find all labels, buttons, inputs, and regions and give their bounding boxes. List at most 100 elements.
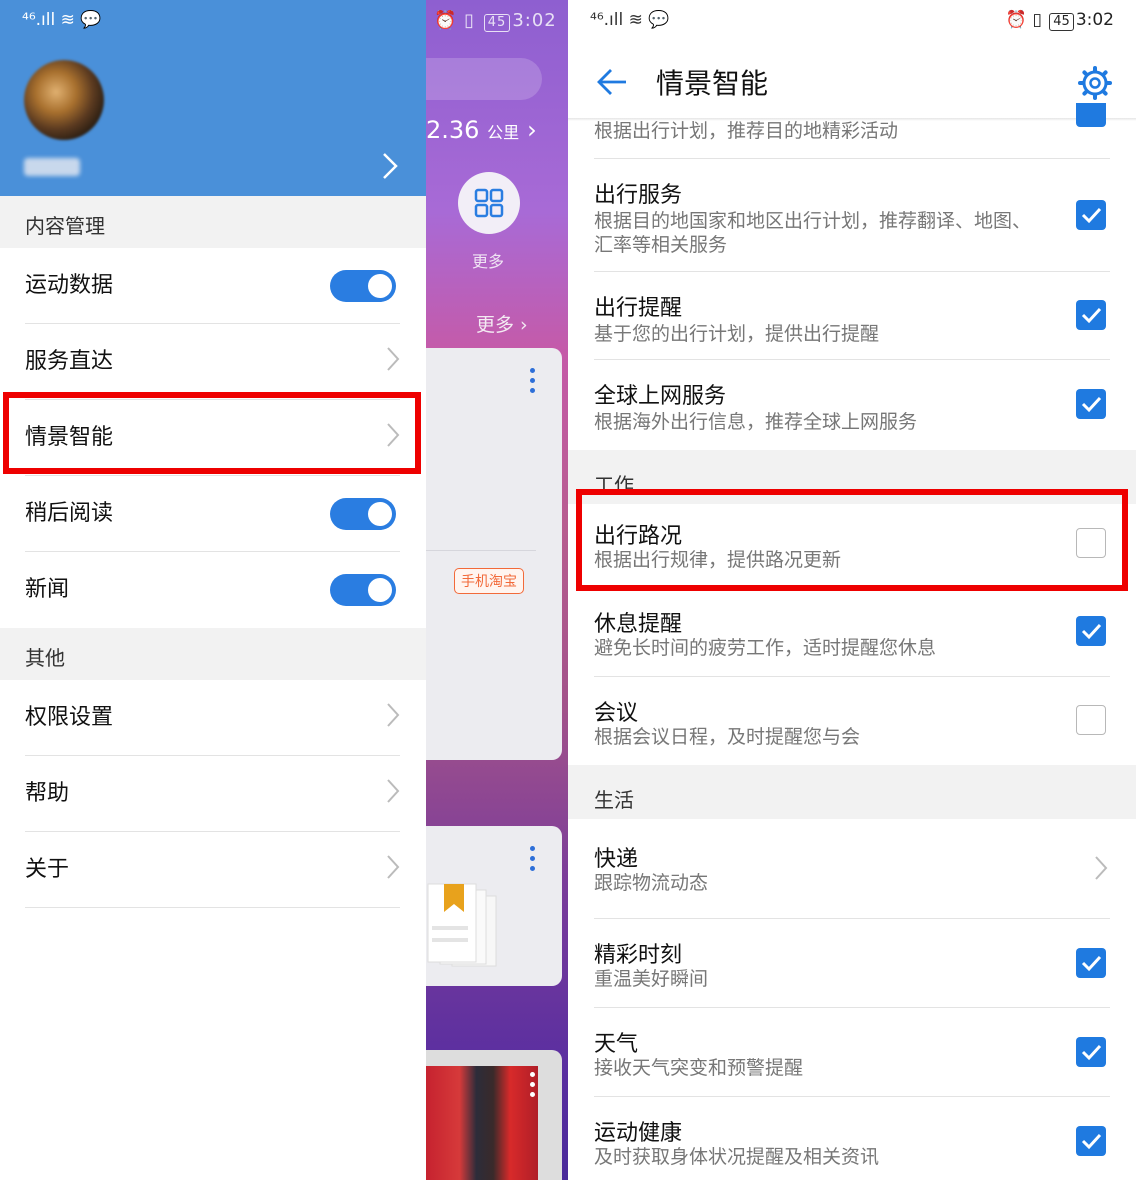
checkbox-checked[interactable]	[1076, 103, 1106, 127]
list-item-desc: 重温美好瞬间	[594, 968, 709, 990]
bg-search-bar	[426, 58, 542, 100]
kebab-icon	[530, 1072, 536, 1097]
list-item-title: 休息提醒	[594, 612, 683, 637]
bg-card-divider	[426, 550, 536, 551]
list-item-desc: 根据出行计划，推荐目的地精彩活动	[594, 120, 899, 142]
checkbox-checked[interactable]	[1076, 948, 1106, 978]
chevron-right-icon	[1095, 856, 1108, 880]
status-bar: ⁴⁶.ıll ≋ 💬	[22, 10, 102, 30]
list-item-global-internet[interactable]: 全球上网服务 根据海外出行信息，推荐全球上网服务	[568, 360, 1136, 450]
drawer-item-service-direct[interactable]: 服务直达	[0, 324, 426, 400]
section-header-life: 生活	[568, 765, 1136, 819]
drawer-item-permissions[interactable]: 权限设置	[0, 680, 426, 756]
list-item-desc: 根据目的地国家和地区出行计划，推荐翻译、地图、汇率等相关服务	[594, 210, 1032, 256]
list-item-desc: 跟踪物流动态	[594, 872, 709, 894]
check-icon	[1081, 207, 1102, 224]
checkbox-unchecked[interactable]	[1076, 528, 1106, 558]
list-item-sport-health[interactable]: 运动健康 及时获取身体状况提醒及相关资讯	[568, 1097, 1136, 1180]
drawer-item-label: 权限设置	[25, 705, 114, 730]
checkbox-checked[interactable]	[1076, 200, 1106, 230]
bg-card: 手机淘宝	[426, 348, 562, 760]
drawer-item-label: 新闻	[25, 577, 70, 602]
news-photo	[426, 1066, 538, 1180]
kebab-icon	[530, 846, 536, 871]
list-item-title: 全球上网服务	[594, 384, 727, 409]
chevron-right-icon	[387, 423, 400, 447]
check-icon	[1081, 623, 1102, 640]
checkbox-checked[interactable]	[1076, 389, 1106, 419]
list-item-title: 出行服务	[594, 183, 683, 208]
avatar[interactable]	[24, 60, 104, 140]
chevron-right-icon	[387, 703, 400, 727]
bg-status-bar: ⏰ ▯ 45 3:02	[434, 10, 557, 32]
list-item-desc: 根据海外出行信息，推荐全球上网服务	[594, 411, 918, 433]
list-item-travel-reminder[interactable]: 出行提醒 基于您的出行计划，提供出行提醒	[568, 272, 1136, 360]
drawer-item-news[interactable]: 新闻	[0, 552, 426, 628]
list-item-travel-service[interactable]: 出行服务 根据目的地国家和地区出行计划，推荐翻译、地图、汇率等相关服务	[568, 159, 1136, 272]
chevron-right-icon[interactable]	[382, 152, 398, 180]
list-item-title: 会议	[594, 701, 639, 726]
list-item-desc: 基于您的出行计划，提供出行提醒	[594, 323, 880, 345]
list-item-highlights[interactable]: 精彩时刻 重温美好瞬间	[568, 919, 1136, 1008]
toggle-switch[interactable]	[330, 270, 396, 302]
drawer-item-about[interactable]: 关于	[0, 832, 426, 908]
bg-more-grid-icon	[458, 172, 520, 234]
list-item-title: 运动健康	[594, 1121, 683, 1146]
list-item-traffic[interactable]: 出行路况 根据出行规律，提供路况更新	[568, 504, 1136, 588]
drawer-item-label: 情景智能	[25, 425, 114, 450]
kebab-icon	[530, 368, 536, 393]
section-header-content: 内容管理	[0, 196, 426, 248]
status-bar: ⁴⁶.ıll ≋ 💬	[590, 10, 670, 30]
drawer-item-label: 帮助	[25, 781, 70, 806]
list-item-title: 天气	[594, 1032, 639, 1057]
checkbox-checked[interactable]	[1076, 1126, 1106, 1156]
drawer-item-label: 服务直达	[25, 349, 114, 374]
list-item-title: 精彩时刻	[594, 943, 683, 968]
check-icon	[1081, 955, 1102, 972]
check-icon	[1081, 1133, 1102, 1150]
drawer-item-sport-data[interactable]: 运动数据	[0, 248, 426, 324]
bg-more-label: 更多	[472, 252, 505, 271]
background-app: ⏰ ▯ 45 3:02 2.36 公里 › 更多 更多 › 手机淘宝	[426, 0, 568, 1180]
check-icon	[1081, 1044, 1102, 1061]
bg-app-tag: 手机淘宝	[454, 568, 524, 594]
left-screenshot: ⏰ ▯ 45 3:02 2.36 公里 › 更多 更多 › 手机淘宝 ⁴⁶.ıl…	[0, 0, 568, 1180]
drawer-item-scene-intelligence[interactable]: 情景智能	[0, 400, 426, 476]
list-item-express[interactable]: 快递 跟踪物流动态	[568, 819, 1136, 919]
drawer-item-read-later[interactable]: 稍后阅读	[0, 476, 426, 552]
back-arrow-icon[interactable]	[596, 66, 628, 98]
drawer-item-label: 运动数据	[25, 273, 114, 298]
checkbox-checked[interactable]	[1076, 300, 1106, 330]
bg-more-link: 更多 ›	[476, 314, 528, 336]
list-item-title: 出行路况	[594, 524, 683, 549]
list-item-desc: 接收天气突变和预警提醒	[594, 1057, 804, 1079]
list-item-desc: 及时获取身体状况提醒及相关资讯	[594, 1146, 880, 1168]
list-item-title: 出行提醒	[594, 296, 683, 321]
checkbox-checked[interactable]	[1076, 1037, 1106, 1067]
toggle-switch[interactable]	[330, 574, 396, 606]
list-item-desc: 避免长时间的疲劳工作，适时提醒您休息	[594, 637, 937, 659]
gear-icon[interactable]	[1078, 66, 1112, 100]
list-item-partial[interactable]: 根据出行计划，推荐目的地精彩活动	[568, 103, 1136, 159]
bookmark-pages-icon	[427, 883, 497, 967]
list-item-desc: 根据会议日程，及时提醒您与会	[594, 726, 861, 748]
chevron-right-icon	[387, 779, 400, 803]
checkbox-checked[interactable]	[1076, 616, 1106, 646]
check-icon	[1081, 307, 1102, 324]
list-item-title: 快递	[594, 847, 639, 872]
list-item-desc: 根据出行规律，提供路况更新	[594, 549, 842, 571]
list-item-weather[interactable]: 天气 接收天气突变和预警提醒	[568, 1008, 1136, 1097]
app-bar: 情景智能	[568, 50, 1136, 118]
toggle-switch[interactable]	[330, 498, 396, 530]
section-header-work: 工作	[568, 450, 1136, 504]
list-item-rest-reminder[interactable]: 休息提醒 避免长时间的疲劳工作，适时提醒您休息	[568, 588, 1136, 677]
check-icon	[1081, 396, 1102, 413]
chevron-right-icon	[387, 855, 400, 879]
drawer-item-help[interactable]: 帮助	[0, 756, 426, 832]
right-screenshot: ⁴⁶.ıll ≋ 💬 ⏰ ▯ 45 3:02 情景智能 根据出行计划，推荐目的地精…	[568, 0, 1136, 1180]
drawer-item-label: 关于	[25, 857, 70, 882]
drawer-header: ⁴⁶.ıll ≋ 💬	[0, 0, 426, 196]
status-bar-right: ⏰ ▯ 45 3:02	[1005, 10, 1114, 31]
list-item-meeting[interactable]: 会议 根据会议日程，及时提醒您与会	[568, 677, 1136, 765]
checkbox-unchecked[interactable]	[1076, 705, 1106, 735]
